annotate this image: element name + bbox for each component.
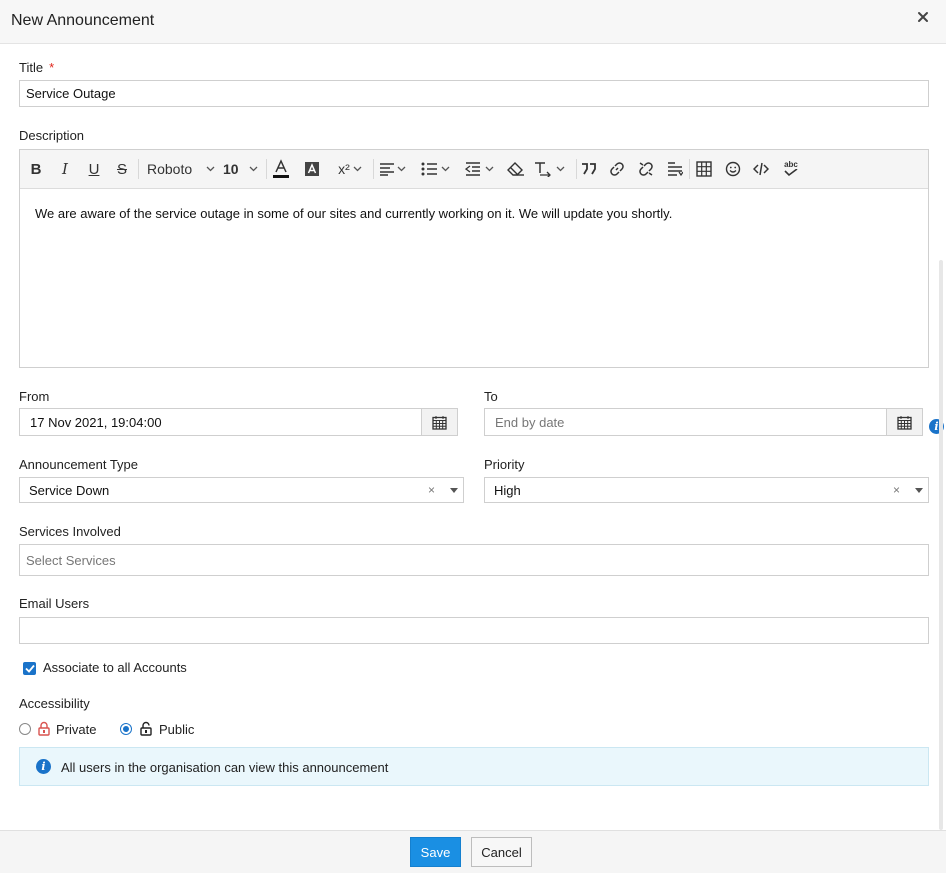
announcement-type-value: Service Down	[29, 482, 110, 498]
toolbar-separator	[266, 159, 267, 179]
chevron-down-icon	[206, 166, 215, 172]
priority-label: Priority	[484, 457, 525, 472]
align-icon[interactable]	[379, 159, 409, 179]
info-icon: i	[36, 759, 51, 774]
title-label: Title *	[19, 60, 54, 75]
private-radio[interactable]	[19, 723, 31, 735]
dialog-title: New Announcement	[11, 12, 155, 29]
to-date-placeholder: End by date	[495, 414, 565, 430]
clear-icon[interactable]: ×	[893, 483, 900, 497]
font-size-value: 10	[223, 161, 239, 177]
to-calendar-button[interactable]	[886, 408, 923, 436]
save-button[interactable]: Save	[410, 837, 461, 867]
toolbar-separator	[576, 159, 577, 179]
services-placeholder: Select Services	[26, 552, 116, 568]
accessibility-label: Accessibility	[19, 696, 90, 711]
dialog-footer: Save Cancel	[0, 830, 946, 873]
bold-icon[interactable]: B	[28, 159, 44, 179]
font-family-dropdown[interactable]: Roboto	[147, 159, 219, 179]
close-icon[interactable]	[916, 10, 930, 24]
priority-value: High	[494, 482, 521, 498]
dialog-header: New Announcement	[0, 0, 946, 44]
private-label: Private	[56, 722, 97, 737]
title-input[interactable]: Service Outage	[19, 80, 929, 107]
strikethrough-icon[interactable]: S	[114, 159, 130, 179]
caret-down-icon[interactable]	[450, 488, 458, 493]
public-radio[interactable]	[120, 723, 132, 735]
email-users-label: Email Users	[19, 596, 90, 611]
list-icon[interactable]	[421, 159, 453, 179]
quote-icon[interactable]	[581, 159, 597, 179]
caret-down-icon[interactable]	[915, 488, 923, 493]
services-label: Services Involved	[19, 524, 121, 539]
font-color-icon[interactable]	[272, 159, 290, 179]
scrollbar[interactable]	[939, 260, 943, 830]
table-icon[interactable]	[696, 159, 712, 179]
priority-select[interactable]: High	[484, 477, 929, 503]
lock-icon	[38, 721, 50, 741]
toolbar-separator	[373, 159, 374, 179]
from-calendar-button[interactable]	[421, 408, 458, 436]
line-height-icon[interactable]	[667, 159, 683, 179]
from-date-input[interactable]: 17 Nov 2021, 19:04:00	[19, 408, 422, 436]
title-label-text: Title	[19, 60, 44, 75]
title-input-value: Service Outage	[26, 86, 116, 101]
emoji-icon[interactable]	[725, 159, 741, 179]
unlink-icon[interactable]	[638, 159, 654, 179]
editor-toolbar: B I U S Roboto 10 x² abc	[20, 150, 928, 189]
associate-label: Associate to all Accounts	[43, 660, 187, 675]
public-label: Public	[159, 722, 195, 737]
font-size-dropdown[interactable]: 10	[223, 159, 261, 179]
font-family-value: Roboto	[147, 161, 193, 177]
required-mark: *	[49, 60, 55, 75]
to-label: To	[484, 389, 498, 404]
code-icon[interactable]	[753, 159, 769, 179]
background-color-icon[interactable]	[304, 159, 320, 179]
clear-format-icon[interactable]	[507, 159, 525, 179]
spellcheck-icon[interactable]: abc	[782, 159, 800, 179]
announcement-type-label: Announcement Type	[19, 457, 139, 472]
calendar-icon	[432, 415, 447, 430]
italic-icon[interactable]: I	[57, 159, 73, 179]
checkmark-icon	[24, 664, 35, 673]
to-date-input[interactable]: End by date	[484, 408, 887, 436]
info-text: All users in the organisation can view t…	[61, 760, 389, 775]
indent-icon[interactable]	[465, 159, 497, 179]
from-date-value: 17 Nov 2021, 19:04:00	[30, 414, 162, 430]
info-banner: i All users in the organisation can view…	[19, 747, 929, 786]
toolbar-separator	[689, 159, 690, 179]
calendar-icon	[897, 415, 912, 430]
superscript-icon[interactable]: x²	[334, 159, 366, 179]
announcement-type-select[interactable]: Service Down	[19, 477, 464, 503]
text-direction-icon[interactable]	[534, 159, 568, 179]
email-users-input[interactable]	[19, 617, 929, 644]
from-label: From	[19, 389, 50, 404]
associate-checkbox[interactable]	[23, 662, 36, 675]
clear-icon[interactable]: ×	[428, 483, 435, 497]
link-icon[interactable]	[609, 159, 625, 179]
underline-icon[interactable]: U	[86, 159, 102, 179]
description-editor[interactable]: B I U S Roboto 10 x² abc We are aware of…	[19, 149, 929, 368]
chevron-down-icon	[249, 166, 258, 172]
cancel-button[interactable]: Cancel	[471, 837, 532, 867]
toolbar-separator	[138, 159, 139, 179]
unlock-icon	[140, 721, 152, 741]
description-text: We are aware of the service outage in so…	[35, 206, 673, 221]
superscript-label: x²	[338, 161, 350, 177]
description-label: Description	[19, 128, 85, 143]
services-input[interactable]: Select Services	[19, 544, 929, 576]
